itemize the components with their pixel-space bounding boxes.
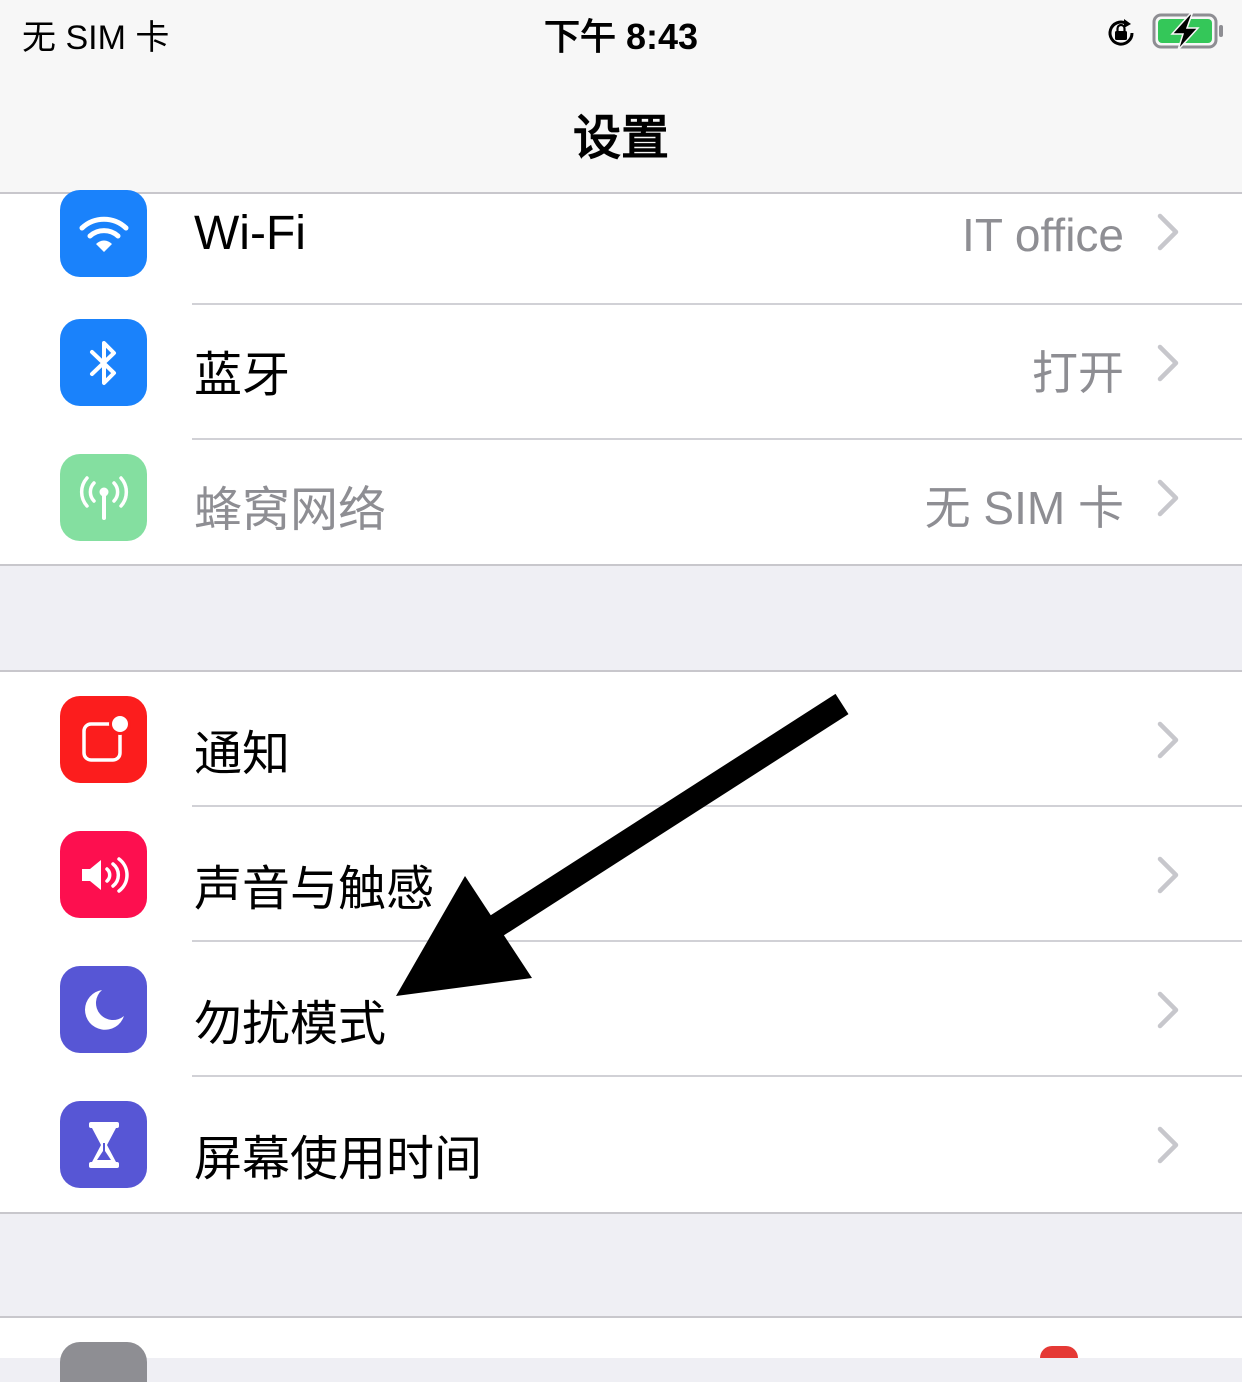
settings-row-screen-time[interactable]: 屏幕使用时间 <box>0 1077 1242 1212</box>
screen-time-label: 屏幕使用时间 <box>194 1133 483 1186</box>
wifi-network-value: IT office <box>962 209 1124 261</box>
moon-icon <box>60 966 147 1053</box>
settings-row-bluetooth[interactable]: 蓝牙 打开 <box>0 305 1242 440</box>
hourglass-icon <box>60 1101 147 1188</box>
settings-row-wifi[interactable]: Wi-Fi IT office <box>0 170 1242 305</box>
wifi-icon <box>60 190 147 277</box>
chevron-right-icon <box>1157 344 1179 382</box>
settings-row-icon-partial <box>60 1342 147 1382</box>
chevron-right-icon <box>1157 856 1179 894</box>
status-bar: 无 SIM 卡 下午 8:43 <box>0 0 1242 70</box>
settings-row-cellular[interactable]: 蜂窝网络 无 SIM 卡 <box>0 440 1242 575</box>
notifications-icon <box>60 696 147 783</box>
cellular-status-value: 无 SIM 卡 <box>924 482 1124 534</box>
rotation-lock-icon <box>1108 19 1134 46</box>
notifications-group: 通知 声音与触感 勿扰模式 屏幕使用时间 <box>0 670 1242 1214</box>
general-group-partial <box>0 1316 1242 1382</box>
sounds-haptics-label: 声音与触感 <box>194 863 435 916</box>
badge-partial <box>1040 1346 1078 1358</box>
settings-row-do-not-disturb[interactable]: 勿扰模式 <box>0 942 1242 1077</box>
chevron-right-icon <box>1157 721 1179 759</box>
speaker-icon <box>60 831 147 918</box>
chevron-right-icon <box>1157 213 1179 251</box>
chevron-right-icon <box>1157 1126 1179 1164</box>
page-title: 设置 <box>572 112 669 165</box>
bluetooth-icon <box>60 319 147 406</box>
connectivity-group: Wi-Fi IT office 蓝牙 打开 蜂窝网络 无 SIM 卡 <box>0 190 1242 566</box>
bluetooth-label: 蓝牙 <box>194 349 291 402</box>
wifi-label: Wi-Fi <box>194 207 306 260</box>
settings-row-notifications[interactable]: 通知 <box>0 672 1242 807</box>
cellular-label: 蜂窝网络 <box>194 484 387 537</box>
battery-charging-icon <box>1152 13 1223 51</box>
chevron-right-icon <box>1157 479 1179 517</box>
settings-row-sounds-haptics[interactable]: 声音与触感 <box>0 807 1242 942</box>
notifications-label: 通知 <box>194 728 291 781</box>
cellular-antenna-icon <box>60 454 147 541</box>
bluetooth-status-value: 打开 <box>1032 347 1124 399</box>
do-not-disturb-label: 勿扰模式 <box>194 998 387 1051</box>
chevron-right-icon <box>1157 991 1179 1029</box>
clock: 下午 8:43 <box>543 16 699 57</box>
